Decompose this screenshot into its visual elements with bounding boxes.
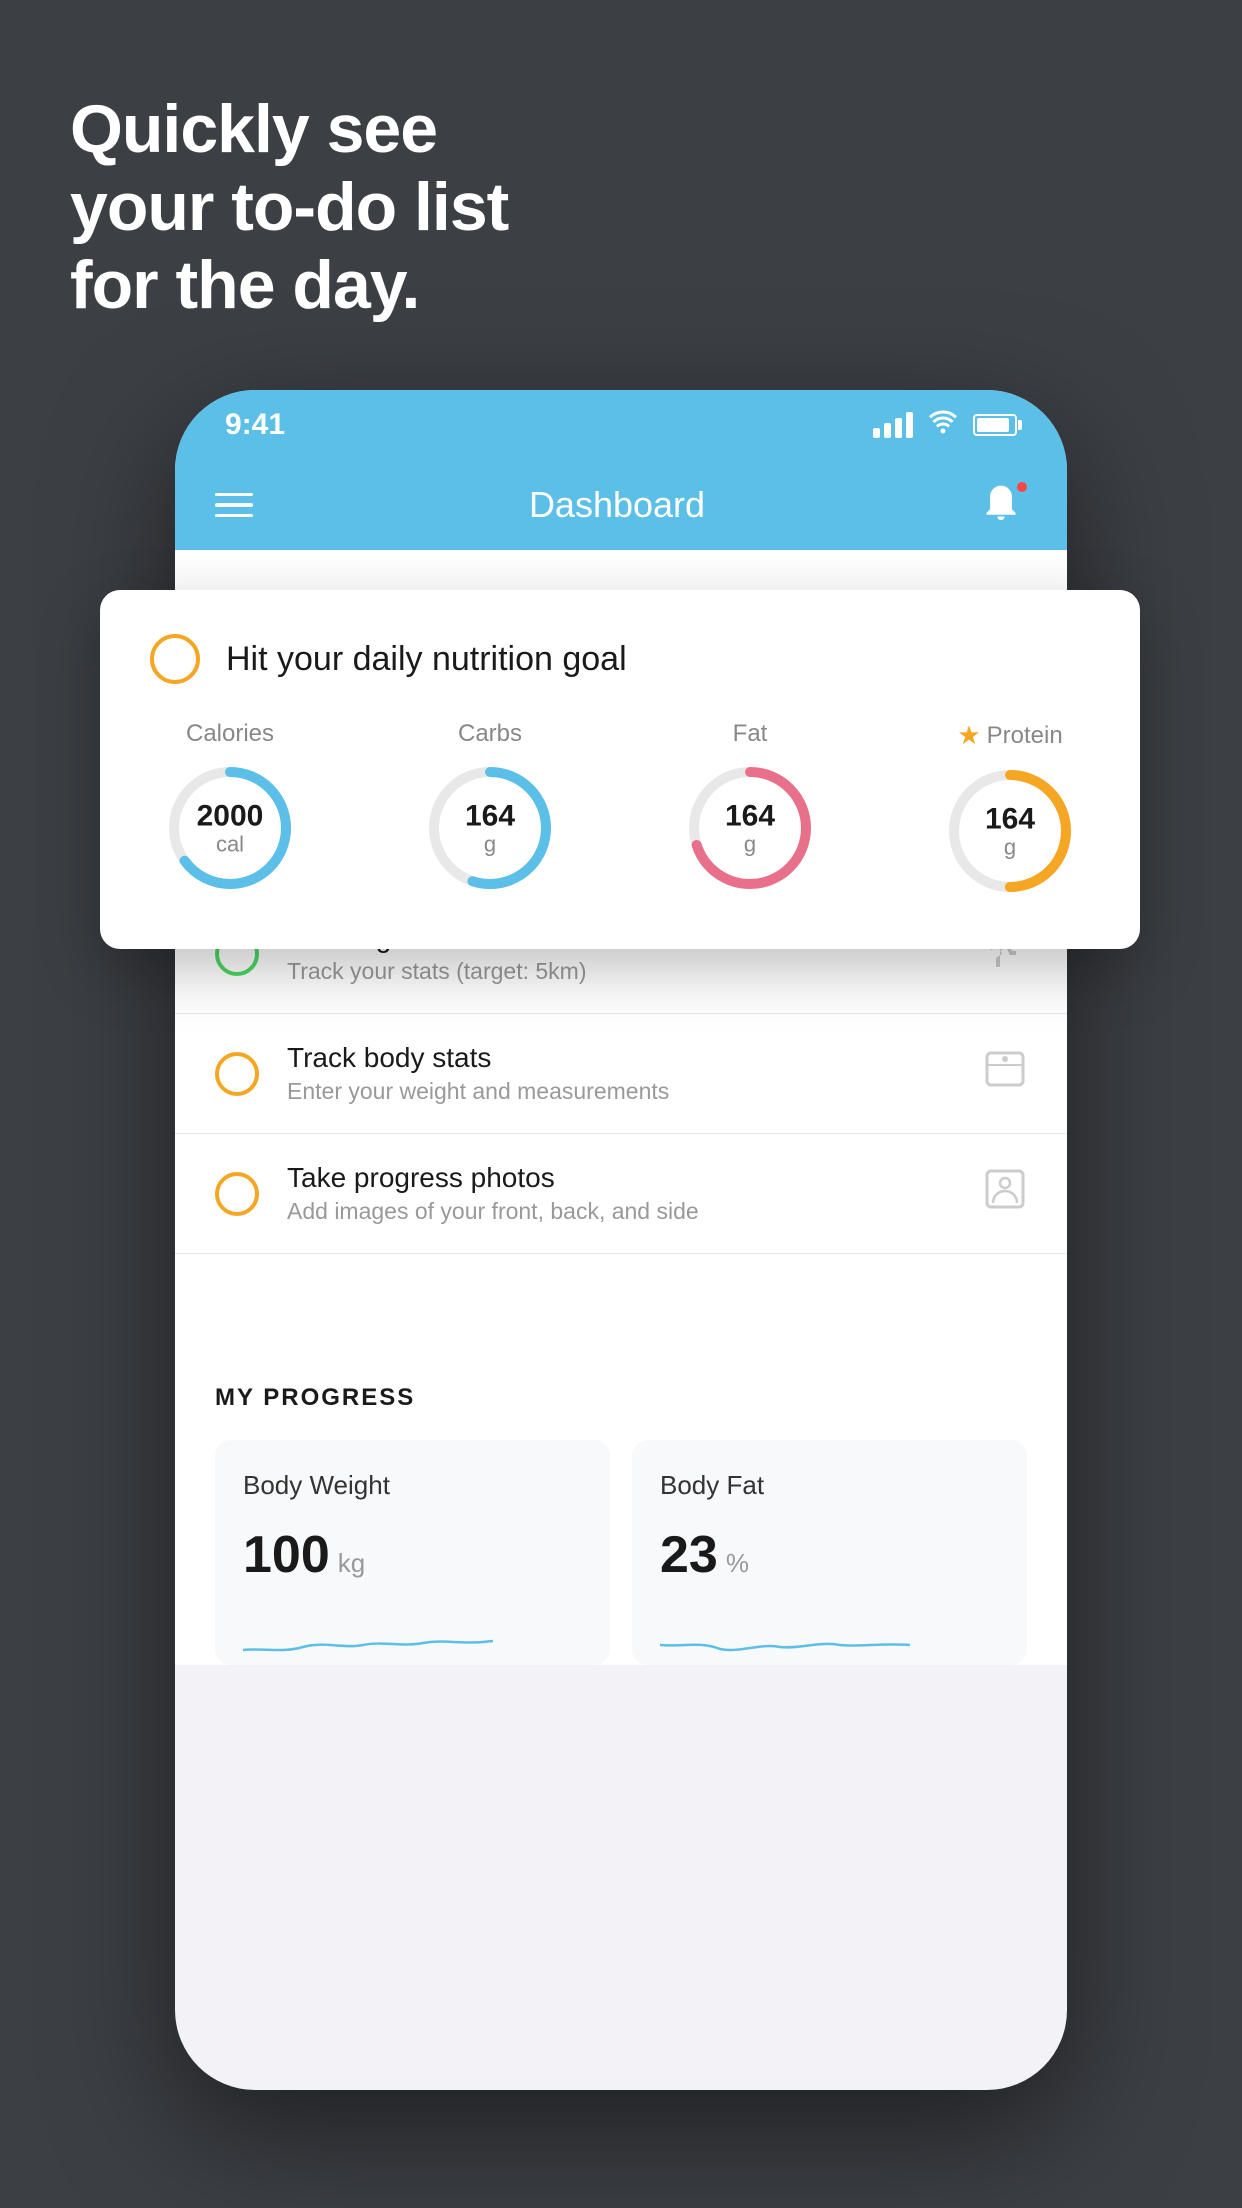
battery-fill xyxy=(977,418,1009,432)
notification-dot xyxy=(1015,480,1029,494)
nutrition-card-title: Hit your daily nutrition goal xyxy=(226,640,627,679)
nutrition-carbs: Carbs 164 g xyxy=(420,720,560,898)
hamburger-menu[interactable] xyxy=(215,493,253,518)
hamburger-line-3 xyxy=(215,514,253,518)
carbs-value: 164 g xyxy=(465,799,515,856)
body-weight-card-title: Body Weight xyxy=(243,1470,582,1501)
app-header: Dashboard xyxy=(175,460,1067,550)
mid-spacer xyxy=(175,1254,1067,1304)
todo-circle-progress-photos xyxy=(215,1172,259,1216)
todo-text-body-stats: Track body stats Enter your weight and m… xyxy=(287,1042,955,1105)
signal-bar-3 xyxy=(895,418,902,438)
body-fat-card-title: Body Fat xyxy=(660,1470,999,1501)
nutrition-row: Calories 2000 cal Carbs xyxy=(150,720,1090,901)
protein-value: 164 g xyxy=(985,802,1035,859)
nutrition-protein: ★ Protein 164 g xyxy=(940,720,1080,901)
body-fat-unit: % xyxy=(726,1548,749,1579)
protein-label-row: ★ Protein xyxy=(957,720,1062,751)
wifi-icon xyxy=(927,409,959,441)
fat-ring: 164 g xyxy=(680,758,820,898)
body-weight-sparkline xyxy=(243,1605,493,1665)
progress-section: MY PROGRESS Body Weight 100 kg Body Fat xyxy=(175,1344,1067,1665)
body-fat-value-row: 23 % xyxy=(660,1525,999,1585)
progress-cards-container: Body Weight 100 kg Body Fat 23 % xyxy=(215,1440,1027,1665)
todo-subtitle-body-stats: Enter your weight and measurements xyxy=(287,1078,955,1105)
todo-subtitle-progress-photos: Add images of your front, back, and side xyxy=(287,1198,955,1225)
body-weight-value-row: 100 kg xyxy=(243,1525,582,1585)
todo-circle-body-stats xyxy=(215,1052,259,1096)
status-bar: 9:41 xyxy=(175,390,1067,460)
progress-section-title: MY PROGRESS xyxy=(215,1384,1027,1412)
body-weight-number: 100 xyxy=(243,1525,330,1585)
carbs-ring: 164 g xyxy=(420,758,560,898)
signal-bar-4 xyxy=(906,412,913,438)
hamburger-line-1 xyxy=(215,493,253,497)
scale-icon xyxy=(983,1047,1027,1100)
signal-bar-1 xyxy=(873,428,880,438)
person-icon xyxy=(983,1167,1027,1220)
fat-value: 164 g xyxy=(725,799,775,856)
todo-subtitle-running: Track your stats (target: 5km) xyxy=(287,958,955,985)
todo-item-body-stats[interactable]: Track body stats Enter your weight and m… xyxy=(175,1014,1067,1134)
body-fat-card: Body Fat 23 % xyxy=(632,1440,1027,1665)
signal-bar-2 xyxy=(884,423,891,438)
protein-ring: 164 g xyxy=(940,761,1080,901)
time-display: 9:41 xyxy=(225,408,285,442)
calories-ring: 2000 cal xyxy=(160,758,300,898)
signal-icon xyxy=(873,412,913,438)
nutrition-fat: Fat 164 g xyxy=(680,720,820,898)
protein-star-icon: ★ xyxy=(957,720,980,751)
carbs-label: Carbs xyxy=(458,720,522,748)
nutrition-calories: Calories 2000 cal xyxy=(160,720,300,898)
todo-title-body-stats: Track body stats xyxy=(287,1042,955,1074)
todo-text-progress-photos: Take progress photos Add images of your … xyxy=(287,1162,955,1225)
status-icons xyxy=(873,409,1017,441)
body-weight-card: Body Weight 100 kg xyxy=(215,1440,610,1665)
battery-icon xyxy=(973,414,1017,436)
todo-item-progress-photos[interactable]: Take progress photos Add images of your … xyxy=(175,1134,1067,1254)
todo-title-progress-photos: Take progress photos xyxy=(287,1162,955,1194)
calories-label: Calories xyxy=(186,720,274,748)
notifications-button[interactable] xyxy=(981,482,1027,528)
nutrition-card: Hit your daily nutrition goal Calories 2… xyxy=(100,590,1140,949)
body-weight-unit: kg xyxy=(338,1548,365,1579)
nutrition-card-header: Hit your daily nutrition goal xyxy=(150,634,1090,684)
hamburger-line-2 xyxy=(215,503,253,507)
nutrition-check-circle[interactable] xyxy=(150,634,200,684)
fat-label: Fat xyxy=(733,720,768,748)
body-fat-number: 23 xyxy=(660,1525,718,1585)
hero-text: Quickly see your to-do list for the day. xyxy=(70,90,508,325)
header-title: Dashboard xyxy=(529,484,705,526)
body-fat-sparkline xyxy=(660,1605,910,1665)
calories-value: 2000 cal xyxy=(197,799,264,856)
protein-label: Protein xyxy=(987,722,1063,750)
